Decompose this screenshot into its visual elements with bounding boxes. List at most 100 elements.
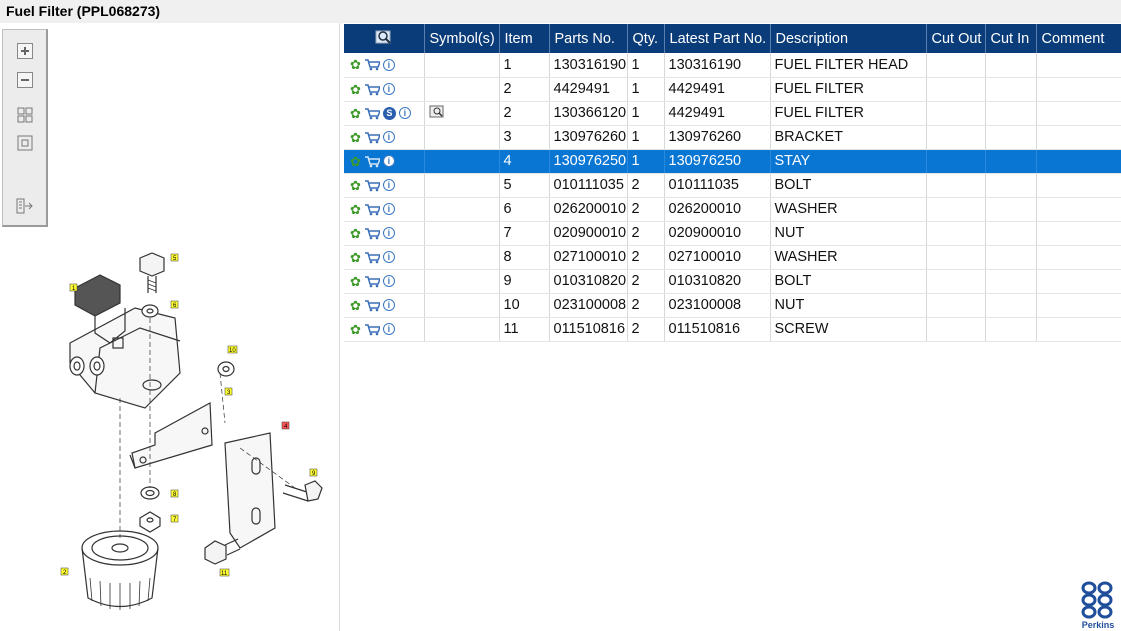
info-icon[interactable]: i [382, 131, 395, 143]
cart-icon[interactable] [364, 179, 380, 192]
gear-icon[interactable]: ✿ [350, 203, 361, 216]
symbol-cell [424, 197, 500, 222]
info-icon[interactable]: i [382, 323, 395, 335]
cart-icon[interactable] [364, 323, 380, 336]
callout-10[interactable]: 10 [227, 345, 238, 354]
header-cut-out[interactable]: Cut Out [926, 24, 986, 53]
fit-all-button[interactable] [16, 106, 34, 124]
header-item[interactable]: Item [499, 24, 550, 53]
table-row[interactable]: ✿ i 1 130316190 1 130316190 FUEL FILTER HEAD [344, 53, 1121, 78]
callout-5[interactable]: 5 [170, 253, 179, 262]
callout-4[interactable]: 4 [281, 421, 290, 430]
gear-icon[interactable]: ✿ [350, 131, 361, 144]
info-icon[interactable]: i [382, 299, 395, 311]
comment-cell [1036, 245, 1121, 270]
gear-icon[interactable]: ✿ [350, 107, 361, 120]
cut-in-cell [985, 317, 1037, 342]
info-icon[interactable]: i [382, 83, 395, 95]
gear-icon[interactable]: ✿ [350, 155, 361, 168]
info-icon[interactable]: i [382, 203, 395, 215]
square-icon [17, 135, 33, 151]
callout-11[interactable]: 11 [219, 568, 230, 577]
header-symbols[interactable]: Symbol(s) [424, 24, 500, 53]
table-row[interactable]: ✿ i 6 026200010 2 026200010 WASHER [344, 197, 1121, 222]
search-header[interactable] [344, 24, 425, 53]
info-icon[interactable]: i [382, 227, 395, 239]
table-row[interactable]: ✿ i 4 130976250 1 130976250 STAY [344, 149, 1121, 174]
table-row[interactable]: ✿ i 5 010111035 2 010111035 BOLT [344, 173, 1121, 198]
zoom-in-button[interactable] [16, 42, 34, 60]
gear-icon[interactable]: ✿ [350, 179, 361, 192]
row-actions-cell: ✿ i [344, 149, 425, 174]
gear-icon[interactable]: ✿ [350, 275, 361, 288]
comment-cell [1036, 269, 1121, 294]
symbol-cell [424, 293, 500, 318]
comment-cell [1036, 317, 1121, 342]
cut-in-cell [985, 149, 1037, 174]
header-comment[interactable]: Comment [1036, 24, 1121, 53]
header-latest-part-no[interactable]: Latest Part No. [664, 24, 771, 53]
callout-6[interactable]: 6 [170, 300, 179, 309]
header-parts-no[interactable]: Parts No. [549, 24, 628, 53]
callout-7[interactable]: 7 [170, 514, 179, 523]
gear-icon[interactable]: ✿ [350, 83, 361, 96]
cart-icon[interactable] [364, 107, 380, 120]
gear-icon[interactable]: ✿ [350, 227, 361, 240]
part-no-cell: 026200010 [549, 197, 628, 222]
bracket-illustration [129, 402, 213, 469]
cart-icon[interactable] [364, 131, 380, 144]
info-icon[interactable]: i [382, 58, 395, 71]
info-icon[interactable]: i [382, 155, 395, 167]
svg-text:11: 11 [221, 571, 228, 577]
minus-icon [17, 72, 33, 88]
row-actions-cell: ✿ i [344, 293, 425, 318]
cart-icon[interactable] [364, 155, 380, 168]
cart-icon[interactable] [364, 83, 380, 96]
supersession-icon[interactable]: S [382, 106, 396, 120]
comment-cell [1036, 101, 1121, 126]
item-cell: 10 [499, 293, 550, 318]
table-row[interactable]: ✿ i 10 023100008 2 023100008 NUT [344, 293, 1121, 318]
cart-icon[interactable] [364, 275, 380, 288]
latest-part-no-cell: 011510816 [664, 317, 771, 342]
cart-icon[interactable] [364, 227, 380, 240]
export-button[interactable] [16, 197, 34, 215]
gear-icon[interactable]: ✿ [350, 58, 361, 71]
table-row[interactable]: ✿ i 11 011510816 2 011510816 SCREW [344, 317, 1121, 342]
zoom-out-button[interactable] [16, 71, 34, 89]
cart-icon[interactable] [364, 58, 380, 71]
info-icon[interactable]: i [382, 251, 395, 263]
gear-icon[interactable]: ✿ [350, 323, 361, 336]
callout-1[interactable]: 1 [69, 283, 78, 292]
callout-2[interactable]: 2 [60, 567, 69, 576]
info-icon[interactable]: i [382, 275, 395, 287]
cut-out-cell [926, 269, 986, 294]
header-qty[interactable]: Qty. [627, 24, 665, 53]
gear-icon[interactable]: ✿ [350, 299, 361, 312]
header-cut-in[interactable]: Cut In [985, 24, 1037, 53]
header-description[interactable]: Description [770, 24, 927, 53]
table-row[interactable]: ✿ i 9 010310820 2 010310820 BOLT [344, 269, 1121, 294]
cart-icon[interactable] [364, 299, 380, 312]
table-row[interactable]: ✿ i 8 027100010 2 027100010 WASHER [344, 245, 1121, 270]
callout-8[interactable]: 8 [170, 489, 179, 498]
table-row[interactable]: ✿ i 2 4429491 1 4429491 FUEL FILTER [344, 77, 1121, 102]
table-row[interactable]: ✿ Si 2 130366120 1 4429491 FUEL FILTER [344, 101, 1121, 126]
info-icon[interactable]: i [398, 107, 411, 119]
latest-part-no-cell: 010111035 [664, 173, 771, 198]
gear-icon[interactable]: ✿ [350, 251, 361, 264]
fit-window-button[interactable] [16, 134, 34, 152]
callout-3[interactable]: 3 [224, 387, 233, 396]
info-icon[interactable]: i [382, 179, 395, 191]
view-symbol-icon[interactable] [429, 104, 445, 118]
item-cell: 9 [499, 269, 550, 294]
table-row[interactable]: ✿ i 3 130976260 1 130976260 BRACKET [344, 125, 1121, 150]
latest-part-no-cell: 023100008 [664, 293, 771, 318]
description-cell: FUEL FILTER [770, 77, 927, 102]
table-row[interactable]: ✿ i 7 020900010 2 020900010 NUT [344, 221, 1121, 246]
cart-icon[interactable] [364, 203, 380, 216]
row-actions-cell: ✿ i [344, 245, 425, 270]
cart-icon[interactable] [364, 251, 380, 264]
part-no-cell: 130976260 [549, 125, 628, 150]
callout-9[interactable]: 9 [309, 468, 318, 477]
